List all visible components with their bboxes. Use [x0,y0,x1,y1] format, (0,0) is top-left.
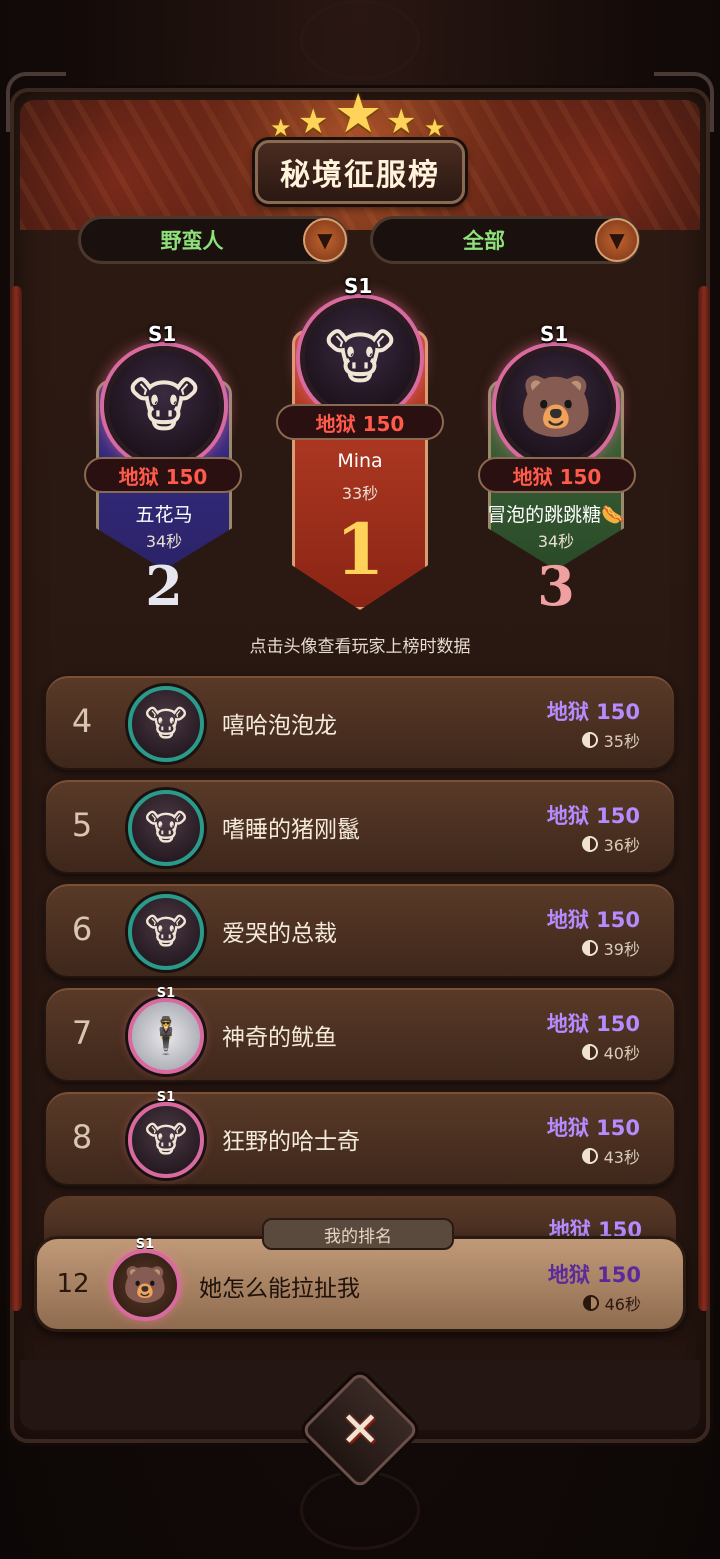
row-time: 36秒 [581,832,640,856]
row-rank: 5 [71,806,93,844]
class-filter-label: 野蛮人 [160,229,224,253]
bear-avatar-icon[interactable]: S1 🐻 [109,1237,181,1321]
row-time: 35秒 [581,728,640,752]
star-icon: ★ [270,114,292,142]
cow-avatar-icon[interactable]: 🐮 [128,894,204,970]
my-player-name: 她怎么能拉扯我 [199,1276,360,1302]
leaderboard-row[interactable]: 4 🐮 嘻哈泡泡龙 地狱 150 35秒 [44,674,676,770]
clock-icon [581,836,598,852]
leaderboard-row[interactable]: 6 🐮 爱哭的总裁 地狱 150 39秒 [44,882,676,978]
rank-number: 3 [537,554,575,618]
row-rank: 4 [71,702,93,740]
star-icon: ★ [298,102,329,142]
side-rail [10,286,22,1311]
leaderboard-row[interactable]: 7 S1 🕴 神奇的鱿鱼 地狱 150 40秒 [44,986,676,1082]
row-rank: 6 [71,910,93,948]
row-difficulty: 地狱 150 [546,804,640,828]
person-avatar-icon[interactable]: S1 🕴 [128,986,204,1074]
row-difficulty: 地狱 150 [546,908,640,932]
cow-avatar-icon[interactable]: 🐮 [128,686,204,762]
season-badge: S1 [156,1090,176,1105]
side-rail [698,286,710,1311]
clock-icon [582,1295,599,1311]
avatar-first-cow-icon[interactable]: 🐮 [300,298,420,418]
chevron-down-icon[interactable]: ▼ [595,218,639,262]
clock-icon [581,940,598,956]
clock-icon [581,1148,598,1164]
close-x-icon: ✕ [339,1402,381,1458]
clear-time: 34秒 [537,532,575,551]
avatar-third-bear-icon[interactable]: 🐻 [496,346,616,466]
page-title: 秘境征服榜 [255,140,465,204]
my-rank-tag: 我的排名 [262,1218,454,1250]
rank-number: 2 [145,554,183,618]
row-rank: 7 [71,1014,93,1052]
row-rank: 8 [71,1118,93,1156]
chevron-down-icon[interactable]: ▼ [303,218,347,262]
background-scroll-ornament [300,0,420,80]
row-difficulty: 地狱 150 [546,1116,640,1140]
star-icon: ★ [424,114,446,142]
row-time: 43秒 [581,1144,640,1168]
row-player-name: 嘻哈泡泡龙 [222,713,337,739]
season-badge: S1 [148,322,177,346]
row-difficulty: 地狱 150 [546,700,640,724]
my-difficulty: 地狱 150 [547,1263,641,1287]
player-name: Mina [337,450,383,472]
rank-number: 1 [335,508,385,591]
difficulty-pill: 地狱 150 [276,404,444,440]
row-player-name: 狂野的哈士奇 [222,1129,360,1155]
class-filter-dropdown[interactable]: 野蛮人 ▼ [78,216,348,264]
leaderboard-row[interactable]: 8 S1 🐮 狂野的哈士奇 地狱 150 43秒 [44,1090,676,1186]
row-time: 39秒 [581,936,640,960]
cow-avatar-icon[interactable]: S1 🐮 [128,1090,204,1178]
difficulty-pill: 地狱 150 [478,457,636,493]
page-title-text: 秘境征服榜 [280,158,440,193]
title-stars: ★ ★ ★ ★ ★ [270,82,450,145]
clock-icon [581,732,598,748]
row-difficulty: 地狱 150 [546,1012,640,1036]
difficulty-pill: 地狱 150 [84,457,242,493]
season-badge: S1 [156,986,176,1001]
row-player-name: 神奇的鱿鱼 [222,1025,337,1051]
cow-avatar-icon[interactable]: 🐮 [128,790,204,866]
avatar-second-cow-icon[interactable]: 🐮 [104,346,224,466]
season-badge: S1 [344,274,373,298]
star-icon: ★ [334,82,383,145]
my-time: 46秒 [582,1291,641,1315]
row-time: 40秒 [581,1040,640,1064]
star-icon: ★ [386,102,417,142]
season-badge: S1 [540,322,569,346]
scope-filter-label: 全部 [463,229,505,253]
my-rank-row[interactable]: 12 S1 🐻 她怎么能拉扯我 地狱 150 46秒 [34,1236,686,1332]
scope-filter-dropdown[interactable]: 全部 ▼ [370,216,640,264]
my-rank-number: 12 [56,1269,90,1299]
player-name: 五花马 [135,504,193,526]
row-player-name: 嗜睡的猪刚鬣 [222,817,360,843]
hint-text: 点击头像查看玩家上榜时数据 [249,637,471,657]
leaderboard-row[interactable]: 5 🐮 嗜睡的猪刚鬣 地狱 150 36秒 [44,778,676,874]
clear-time: 34秒 [145,532,183,551]
row-player-name: 爱哭的总裁 [222,921,337,947]
season-badge: S1 [135,1237,155,1252]
player-name: 冒泡的跳跳糖🌭 [487,504,625,526]
clear-time: 33秒 [341,484,379,503]
clock-icon [581,1044,598,1060]
